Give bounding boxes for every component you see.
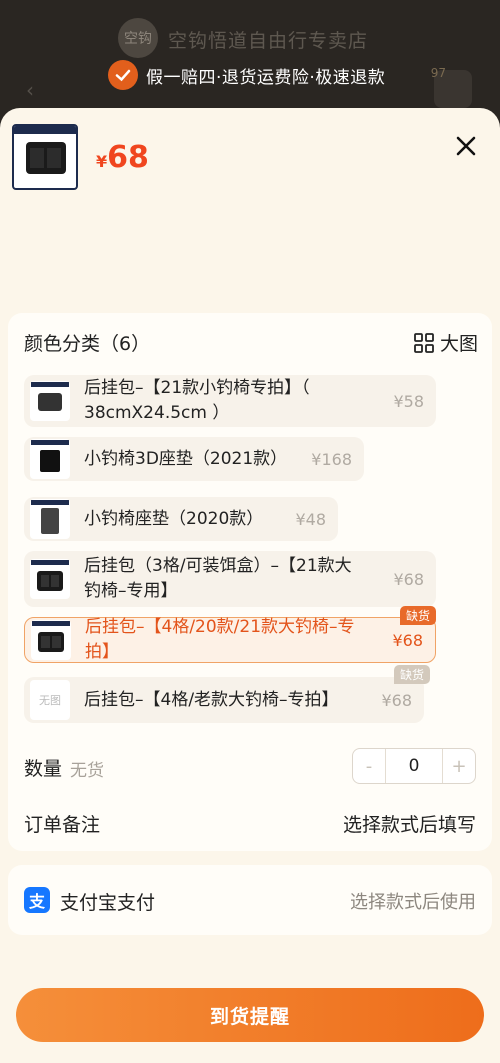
variant-thumbnail [30, 499, 70, 539]
guarantee-text: 假一赔四·退货运费险·极速退款 [146, 67, 386, 88]
variant-price: ¥48 [295, 509, 326, 529]
variant-section-title: 颜色分类（6） [24, 333, 151, 355]
quantity-stepper[interactable]: - 0 + [352, 748, 476, 784]
alipay-icon: 支 [24, 887, 50, 913]
product-thumbnail[interactable] [12, 124, 78, 190]
variant-thumbnail [30, 381, 70, 421]
store-name: 空钩悟道自由行专卖店 [168, 30, 369, 52]
restock-reminder-button[interactable]: 到货提醒 [16, 988, 484, 1042]
grid-icon [414, 332, 434, 353]
sku-sheet: ¥68 颜色分类（6） 大图 后挂包–【21款小钓椅专拍】（ 38cmX24.5… [0, 108, 500, 1063]
quantity-label: 数量 [24, 758, 63, 780]
variant-option-6[interactable]: 无图 后挂包–【4格/老款大钓椅–专拍】 ¥68 [24, 677, 424, 723]
big-picture-label: 大图 [439, 333, 478, 355]
out-of-stock-badge: 缺货 [400, 606, 437, 625]
variant-label: 小钓椅3D座垫（2021款） [84, 448, 288, 469]
variant-option-2[interactable]: 小钓椅3D座垫（2021款） ¥168 [24, 437, 364, 481]
out-of-stock-badge: 缺货 [394, 665, 431, 684]
back-arrow-icon: ‹ [26, 78, 34, 102]
variant-label: 后挂包（3格/可装饵盒）–【21款大钓椅–专用】 [84, 556, 352, 601]
variant-label: 后挂包–【4格/20款/21款大钓椅–专拍】 [85, 617, 355, 662]
variant-thumbnail [31, 620, 71, 660]
variant-option-5[interactable]: 后挂包–【4格/20款/21款大钓椅–专拍】 ¥68 [24, 617, 436, 663]
variant-thumbnail [30, 559, 70, 599]
store-logo: 空钩 [118, 18, 158, 58]
order-note-label: 订单备注 [24, 814, 101, 836]
variant-price: ¥68 [381, 690, 412, 710]
variant-label: 后挂包–【21款小钓椅专拍】（ 38cmX24.5cm ） [84, 378, 310, 423]
stock-status: 无货 [70, 761, 104, 781]
payment-method-hint: 选择款式后使用 [350, 892, 476, 913]
decrement-button[interactable]: - [353, 756, 385, 777]
increment-button[interactable]: + [443, 756, 475, 777]
variant-price: ¥168 [311, 449, 352, 469]
variant-option-4[interactable]: 后挂包（3格/可装饵盒）–【21款大钓椅–专用】 ¥68 [24, 551, 436, 607]
variant-thumbnail [30, 439, 70, 479]
product-price: ¥68 [96, 140, 149, 175]
shield-check-icon [108, 60, 138, 90]
quantity-input[interactable]: 0 [385, 749, 443, 783]
no-image-placeholder: 无图 [30, 680, 70, 720]
variant-price: ¥58 [393, 391, 424, 411]
variant-card: 颜色分类（6） 大图 后挂包–【21款小钓椅专拍】（ 38cmX24.5cm ）… [8, 313, 492, 851]
variant-option-1[interactable]: 后挂包–【21款小钓椅专拍】（ 38cmX24.5cm ） ¥58 [24, 375, 436, 427]
order-note-field[interactable]: 选择款式后填写 [343, 810, 476, 837]
cart-badge: 97 [430, 66, 446, 80]
close-icon[interactable] [452, 132, 480, 160]
payment-card[interactable]: 支 支付宝支付 选择款式后使用 [8, 865, 492, 935]
variant-label: 后挂包–【4格/老款大钓椅–专拍】 [84, 689, 339, 710]
variant-price: ¥68 [392, 630, 423, 650]
variant-label: 小钓椅座垫（2020款） [84, 508, 264, 529]
guarantee-banner: 假一赔四·退货运费险·极速退款 [108, 60, 385, 90]
payment-method-label: 支付宝支付 [60, 892, 156, 914]
variant-price: ¥68 [393, 569, 424, 589]
variant-option-3[interactable]: 小钓椅座垫（2020款） ¥48 [24, 497, 338, 541]
big-picture-toggle[interactable]: 大图 [414, 329, 478, 356]
